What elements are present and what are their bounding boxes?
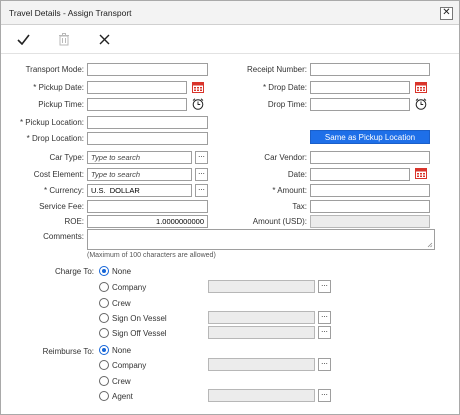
same-as-pickup-button[interactable]: Same as Pickup Location <box>310 130 430 144</box>
reimburse-to-company-label: Company <box>112 361 147 370</box>
roe-label: ROE: <box>64 217 84 226</box>
reimburse-to-none-radio[interactable] <box>99 345 109 355</box>
date-label: Date: <box>287 170 307 179</box>
reimburse-to-agent-input <box>208 389 315 402</box>
receipt-number-input[interactable] <box>310 63 430 76</box>
dialog-title: Travel Details - Assign Transport <box>9 8 132 18</box>
currency-label: * Currency: <box>43 186 84 195</box>
reimburse-to-agent-lookup-button[interactable]: ... <box>318 389 331 402</box>
cost-element-lookup-button[interactable]: ... <box>195 168 208 181</box>
tax-input[interactable] <box>310 200 430 213</box>
roe-input[interactable]: 1.0000000000 <box>87 215 208 228</box>
charge-to-sign-off-vessel-radio[interactable] <box>99 328 109 338</box>
comments-hint: (Maximum of 100 characters are allowed) <box>87 252 216 259</box>
cancel-button[interactable] <box>96 31 112 47</box>
close-button[interactable]: ✕ <box>440 7 453 20</box>
charge-to-crew-label: Crew <box>112 299 131 308</box>
charge-to-crew-radio[interactable] <box>99 298 109 308</box>
charge-to-label: Charge To: <box>55 267 94 276</box>
checkmark-icon <box>16 34 30 45</box>
reimburse-to-company-input <box>208 358 315 371</box>
car-vendor-input[interactable] <box>310 151 430 164</box>
calendar-icon[interactable] <box>192 81 204 93</box>
service-fee-input[interactable] <box>87 200 208 213</box>
reimburse-to-crew-label: Crew <box>112 377 131 386</box>
charge-to-none-radio[interactable] <box>99 266 109 276</box>
transport-mode-input[interactable] <box>87 63 208 76</box>
amount-usd-input <box>310 215 430 228</box>
sign-on-vessel-lookup-button[interactable]: ... <box>318 311 331 324</box>
reimburse-to-crew-radio[interactable] <box>99 376 109 386</box>
clock-icon[interactable] <box>415 98 427 110</box>
comments-label: Comments: <box>43 232 84 241</box>
pickup-date-input[interactable] <box>87 81 187 94</box>
sign-on-vessel-input <box>208 311 315 324</box>
clock-icon[interactable] <box>192 98 204 110</box>
car-type-input[interactable]: Type to search <box>87 151 192 164</box>
date-input[interactable] <box>310 168 410 181</box>
charge-to-sign-off-vessel-label: Sign Off Vessel <box>112 329 167 338</box>
drop-location-label: * Drop Location: <box>26 134 84 143</box>
calendar-icon[interactable] <box>415 167 427 179</box>
drop-location-input[interactable] <box>87 132 208 145</box>
drop-time-input[interactable] <box>310 98 410 111</box>
charge-to-company-radio[interactable] <box>99 282 109 292</box>
pickup-time-input[interactable] <box>87 98 187 111</box>
comments-textarea[interactable] <box>87 229 435 250</box>
charge-to-company-label: Company <box>112 283 147 292</box>
car-vendor-label: Car Vendor: <box>264 153 307 162</box>
toolbar <box>1 26 459 54</box>
charge-to-none-label: None <box>112 267 132 276</box>
cost-element-input[interactable]: Type to search <box>87 168 192 181</box>
amount-usd-label: Amount (USD): <box>252 217 307 226</box>
save-button[interactable] <box>15 31 31 47</box>
charge-to-sign-on-vessel-radio[interactable] <box>99 313 109 323</box>
sign-off-vessel-input <box>208 326 315 339</box>
assign-transport-dialog: Travel Details - Assign Transport ✕ Tran… <box>0 0 460 415</box>
charge-to-company-input <box>208 280 315 293</box>
resize-handle-icon[interactable] <box>427 242 433 248</box>
drop-date-label: * Drop Date: <box>262 83 307 92</box>
car-type-lookup-button[interactable]: ... <box>195 151 208 164</box>
trash-icon <box>59 32 69 45</box>
transport-mode-label: Transport Mode: <box>25 65 84 74</box>
reimburse-to-agent-radio[interactable] <box>99 391 109 401</box>
pickup-time-label: Pickup Time: <box>38 100 84 109</box>
currency-lookup-button[interactable]: ... <box>195 184 208 197</box>
x-icon <box>99 34 109 44</box>
tax-label: Tax: <box>292 202 307 211</box>
reimburse-to-company-lookup-button[interactable]: ... <box>318 358 331 371</box>
car-type-label: Car Type: <box>49 153 84 162</box>
pickup-date-label: * Pickup Date: <box>33 83 84 92</box>
sign-off-vessel-lookup-button[interactable]: ... <box>318 326 331 339</box>
charge-to-sign-on-vessel-label: Sign On Vessel <box>112 314 167 323</box>
receipt-number-label: Receipt Number: <box>246 65 307 74</box>
delete-button[interactable] <box>56 31 72 47</box>
currency-input[interactable]: U.S. DOLLAR <box>87 184 192 197</box>
amount-input[interactable] <box>310 184 430 197</box>
reimburse-to-company-radio[interactable] <box>99 360 109 370</box>
drop-date-input[interactable] <box>310 81 410 94</box>
reimburse-to-agent-label: Agent <box>112 392 133 401</box>
pickup-location-label: * Pickup Location: <box>19 118 84 127</box>
charge-to-company-lookup-button[interactable]: ... <box>318 280 331 293</box>
calendar-icon[interactable] <box>415 81 427 93</box>
amount-label: * Amount: <box>272 186 307 195</box>
pickup-location-input[interactable] <box>87 116 208 129</box>
reimburse-to-label: Reimburse To: <box>42 347 94 356</box>
drop-time-label: Drop Time: <box>267 100 307 109</box>
reimburse-to-none-label: None <box>112 346 132 355</box>
service-fee-label: Service Fee: <box>39 202 84 211</box>
cost-element-label: Cost Element: <box>33 170 84 179</box>
dialog-titlebar: Travel Details - Assign Transport ✕ <box>1 1 459 25</box>
